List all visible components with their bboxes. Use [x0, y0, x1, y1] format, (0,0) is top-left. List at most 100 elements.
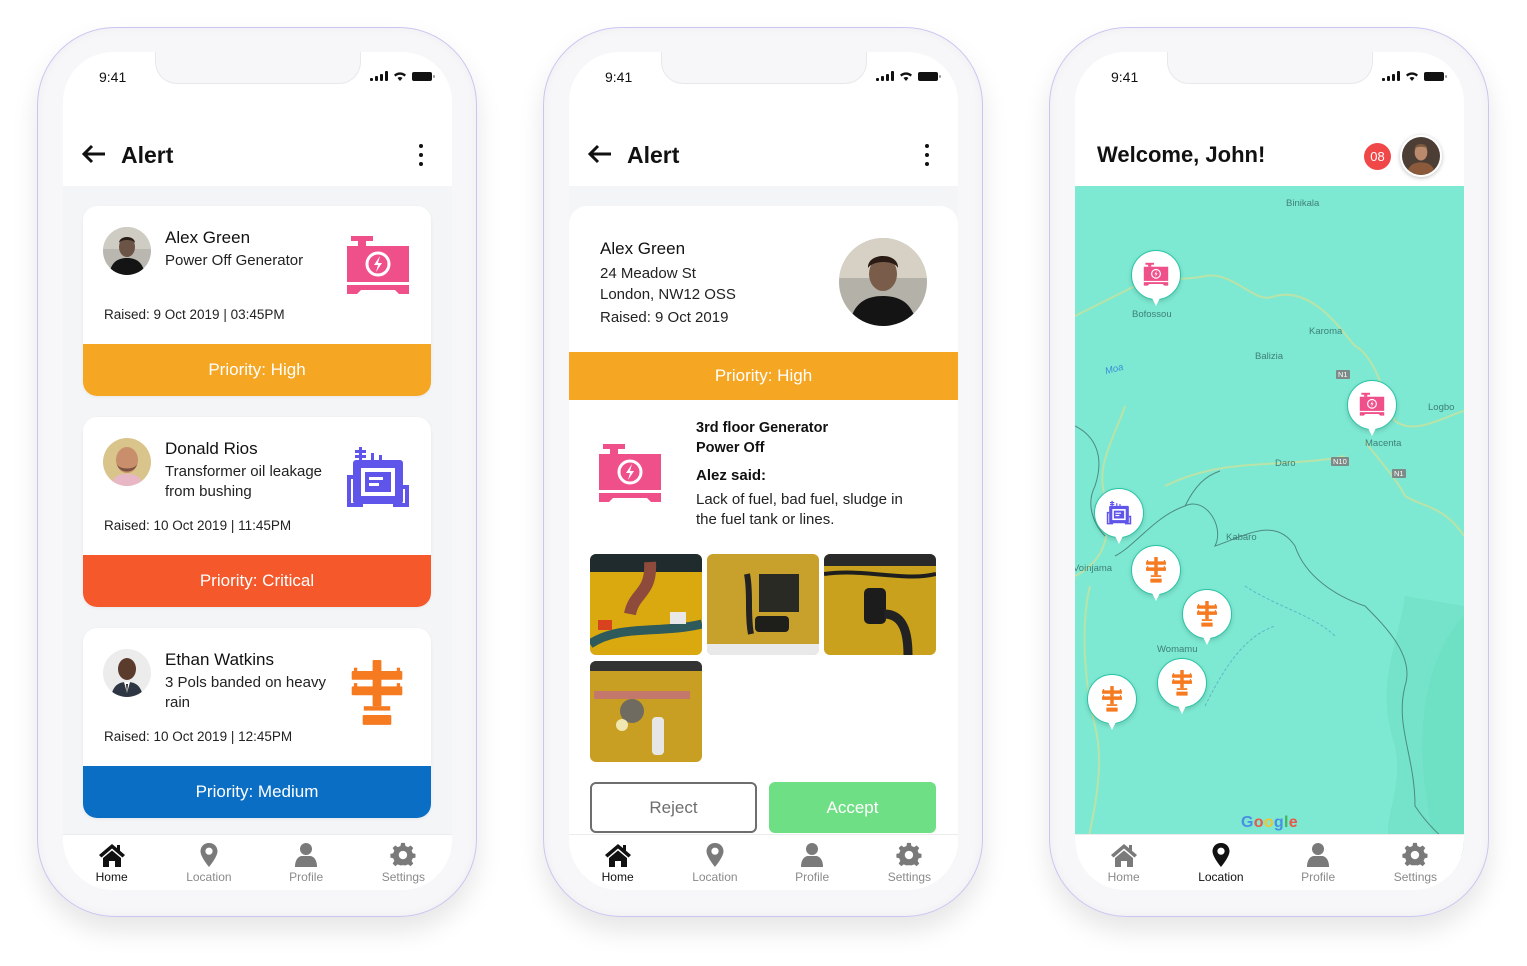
phone-alert-detail: 9:41 Alert Alex Green 24 Meadow St Londo…: [543, 27, 983, 917]
nav-location[interactable]: Location: [666, 835, 763, 890]
priority-badge-high[interactable]: Priority: High: [83, 344, 431, 396]
nav-label: Location: [1198, 870, 1244, 884]
back-arrow-icon[interactable]: [588, 144, 612, 164]
alert-card[interactable]: Alex Green Power Off Generator Raised: 9…: [83, 206, 431, 396]
nav-settings[interactable]: Settings: [355, 835, 452, 890]
signal-icon: [1382, 71, 1400, 81]
profile-icon: [292, 842, 320, 868]
app-header: Alert: [569, 102, 958, 186]
map-label-daro: Daro: [1275, 458, 1296, 469]
map-label-logbo: Logbo: [1428, 402, 1455, 413]
phone-notch: [155, 52, 361, 84]
alert-raised-date: Raised: 10 Oct 2019 | 11:45PM: [104, 518, 292, 533]
more-options-icon[interactable]: [924, 144, 930, 166]
generator-icon: [345, 234, 411, 300]
transformer-icon: [345, 445, 411, 511]
profile-icon: [798, 842, 826, 868]
nav-home[interactable]: Home: [63, 835, 160, 890]
alert-name: Donald Rios: [165, 439, 258, 458]
alert-name: Ethan Watkins: [165, 650, 274, 669]
road-badge-n10: N10: [1331, 457, 1349, 466]
map-pin-pole[interactable]: [1131, 545, 1181, 607]
nav-settings[interactable]: Settings: [861, 835, 958, 890]
generator-icon: [1359, 392, 1385, 418]
phone-notch: [1167, 52, 1373, 84]
map-view[interactable]: Binikala Bofossou Karoma Balizia Moa Log…: [1075, 186, 1464, 856]
reject-button[interactable]: Reject: [590, 782, 757, 833]
notification-badge[interactable]: 08: [1364, 143, 1391, 170]
back-arrow-icon[interactable]: [82, 144, 106, 164]
page-title: Alert: [627, 142, 680, 168]
nav-label: Settings: [1393, 870, 1438, 884]
priority-badge-medium[interactable]: Priority: Medium: [83, 766, 431, 818]
bottom-nav: Home Location Profile Settings: [1075, 834, 1464, 890]
app-header: Alert: [63, 102, 452, 186]
google-attribution: Google: [1241, 814, 1298, 831]
nav-settings[interactable]: Settings: [1367, 835, 1464, 890]
profile-icon: [1304, 842, 1332, 868]
welcome-title: Welcome, John!: [1097, 142, 1266, 167]
map-pin-pole[interactable]: [1182, 589, 1232, 651]
nav-profile[interactable]: Profile: [258, 835, 355, 890]
nav-label: Profile: [795, 870, 830, 884]
wifi-icon: [394, 72, 406, 81]
nav-label: Settings: [381, 870, 426, 884]
priority-badge-critical[interactable]: Priority: Critical: [83, 555, 431, 607]
avatar: [103, 438, 151, 486]
issue-title-line-1: 3rd floor Generator: [696, 420, 829, 436]
nav-label: Home: [601, 870, 634, 884]
nav-label: Home: [95, 870, 128, 884]
battery-icon: [918, 71, 941, 81]
alert-card[interactable]: Donald Rios Transformer oil leakage from…: [83, 417, 431, 607]
more-options-icon[interactable]: [418, 144, 424, 166]
nav-profile[interactable]: Profile: [1270, 835, 1367, 890]
nav-label: Profile: [289, 870, 324, 884]
utility-pole-icon: [1169, 670, 1195, 696]
engine-photo-1[interactable]: [590, 554, 702, 655]
accept-button[interactable]: Accept: [769, 782, 936, 833]
engine-photo-4[interactable]: [590, 661, 702, 762]
location-pin-icon: [701, 842, 729, 868]
alert-description: Power Off Generator: [165, 252, 304, 269]
nav-location[interactable]: Location: [160, 835, 257, 890]
engine-photo-2[interactable]: [707, 554, 819, 655]
alert-description: 3 Pols banded on heavy rain: [165, 674, 326, 711]
map-pin-generator[interactable]: [1347, 380, 1397, 442]
engine-photo-3[interactable]: [824, 554, 936, 655]
map-label-kabaro: Kabaro: [1226, 532, 1257, 543]
utility-pole-icon: [1194, 601, 1220, 627]
nav-location[interactable]: Location: [1172, 835, 1269, 890]
comment-author-label: Alez said:: [696, 467, 767, 484]
generator-icon: [1143, 262, 1169, 288]
nav-label: Location: [186, 870, 232, 884]
status-icons: [370, 71, 435, 81]
screen-alert-list: 9:41 Alert Alex Green Power Off Generato…: [63, 52, 452, 890]
nav-home[interactable]: Home: [1075, 835, 1172, 890]
home-icon: [1110, 842, 1138, 868]
map-pin-generator[interactable]: [1131, 250, 1181, 312]
nav-label: Settings: [887, 870, 932, 884]
status-icons: [1382, 71, 1447, 81]
gear-icon: [1401, 842, 1429, 868]
nav-home[interactable]: Home: [569, 835, 666, 890]
phone-alert-list: 9:41 Alert Alex Green Power Off Generato…: [37, 27, 477, 917]
user-avatar[interactable]: [1400, 135, 1442, 177]
signal-icon: [370, 71, 388, 81]
nav-profile[interactable]: Profile: [764, 835, 861, 890]
issue-title: 3rd floor Generator Power Off: [696, 418, 916, 458]
bottom-nav: Home Location Profile Settings: [63, 834, 452, 890]
road-badge-n1: N1: [1336, 370, 1350, 379]
alert-detail: Alex Green 24 Meadow St London, NW12 OSS…: [569, 186, 958, 856]
phone-notch: [661, 52, 867, 84]
status-icons: [876, 71, 941, 81]
alert-list: Alex Green Power Off Generator Raised: 9…: [63, 186, 452, 856]
location-pin-icon: [195, 842, 223, 868]
map-label-voinjama: Voinjama: [1075, 563, 1113, 574]
priority-badge-high: Priority: High: [569, 352, 958, 400]
alert-card[interactable]: Ethan Watkins 3 Pols banded on heavy rai…: [83, 628, 431, 818]
alert-name: Alex Green: [165, 228, 251, 247]
map-pin-transformer[interactable]: [1094, 488, 1144, 550]
app-header: Welcome, John! 08: [1075, 102, 1464, 186]
map-pin-pole[interactable]: [1157, 658, 1207, 720]
map-pin-pole[interactable]: [1087, 674, 1137, 736]
